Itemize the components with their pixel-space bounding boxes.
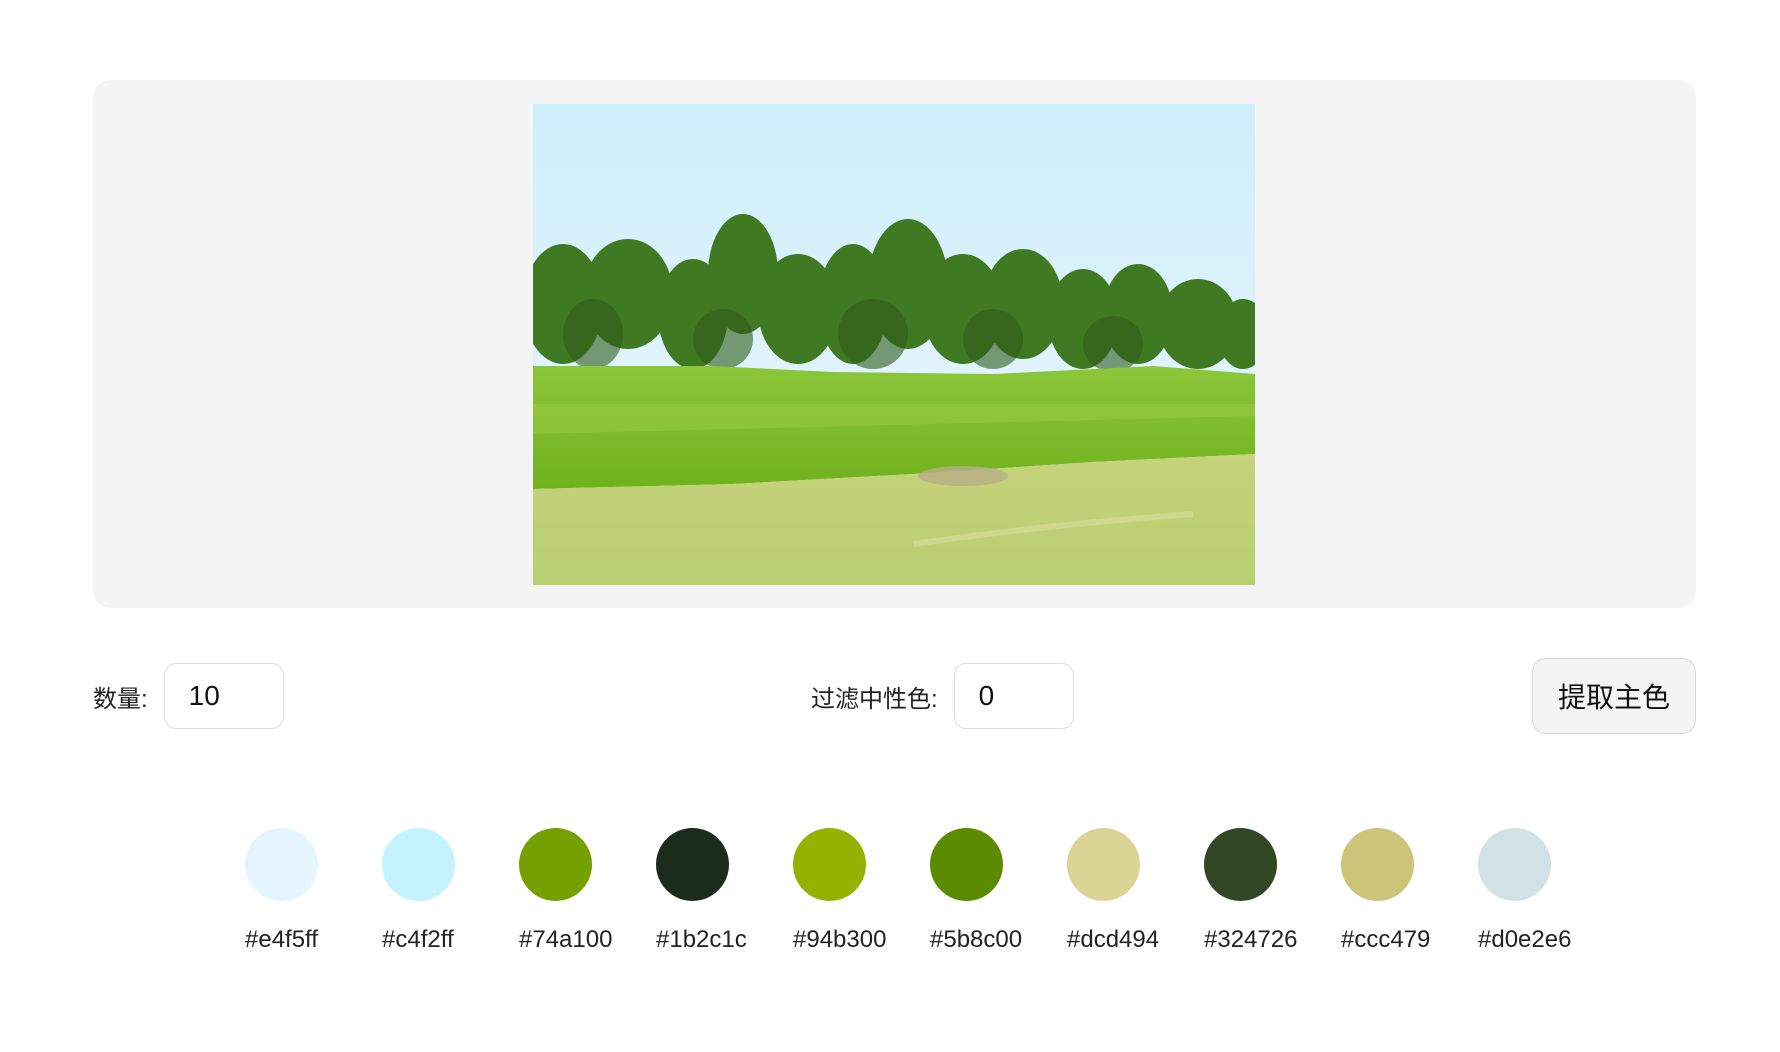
swatch-circle — [930, 828, 1003, 901]
swatch-circle — [1341, 828, 1414, 901]
color-palette: #e4f5ff #c4f2ff #74a100 #1b2c1c #94b300 … — [245, 828, 1571, 958]
neutral-filter-control: 过滤中性色: — [811, 662, 1074, 730]
color-swatch[interactable]: #ccc479 — [1341, 828, 1461, 954]
swatch-hex-label: #c4f2ff — [382, 926, 454, 953]
count-label: 数量: — [93, 685, 148, 713]
swatch-circle — [656, 828, 729, 901]
swatch-circle — [1067, 828, 1140, 901]
extract-colors-button[interactable]: 提取主色 — [1532, 658, 1696, 734]
count-input[interactable] — [163, 663, 284, 729]
color-swatch[interactable]: #94b300 — [793, 828, 913, 954]
swatch-hex-label: #ccc479 — [1341, 926, 1431, 953]
swatch-circle — [1478, 828, 1551, 901]
swatch-circle — [519, 828, 592, 901]
color-swatch[interactable]: #d0e2e6 — [1478, 828, 1598, 954]
color-swatch[interactable]: #1b2c1c — [656, 828, 776, 954]
uploaded-landscape-image — [533, 104, 1255, 585]
extraction-controls: 数量: 过滤中性色: 提取主色 — [93, 658, 1696, 734]
swatch-hex-label: #94b300 — [793, 926, 887, 953]
swatch-hex-label: #5b8c00 — [930, 926, 1023, 953]
swatch-circle — [793, 828, 866, 901]
swatch-hex-label: #324726 — [1204, 926, 1298, 953]
color-swatch[interactable]: #c4f2ff — [382, 828, 502, 954]
color-swatch[interactable]: #e4f5ff — [245, 828, 365, 954]
swatch-circle — [382, 828, 455, 901]
color-swatch[interactable]: #dcd494 — [1067, 828, 1187, 954]
color-swatch[interactable]: #74a100 — [519, 828, 639, 954]
count-control: 数量: — [93, 662, 284, 730]
color-swatch[interactable]: #5b8c00 — [930, 828, 1050, 954]
image-preview-panel — [93, 80, 1696, 608]
swatch-hex-label: #1b2c1c — [656, 926, 747, 953]
swatch-hex-label: #dcd494 — [1067, 926, 1160, 953]
swatch-hex-label: #d0e2e6 — [1478, 926, 1572, 953]
swatch-hex-label: #74a100 — [519, 926, 613, 953]
neutral-filter-input[interactable] — [953, 663, 1074, 729]
swatch-circle — [1204, 828, 1277, 901]
color-swatch[interactable]: #324726 — [1204, 828, 1324, 954]
swatch-hex-label: #e4f5ff — [245, 926, 318, 953]
neutral-filter-label: 过滤中性色: — [811, 685, 938, 713]
swatch-circle — [245, 828, 318, 901]
